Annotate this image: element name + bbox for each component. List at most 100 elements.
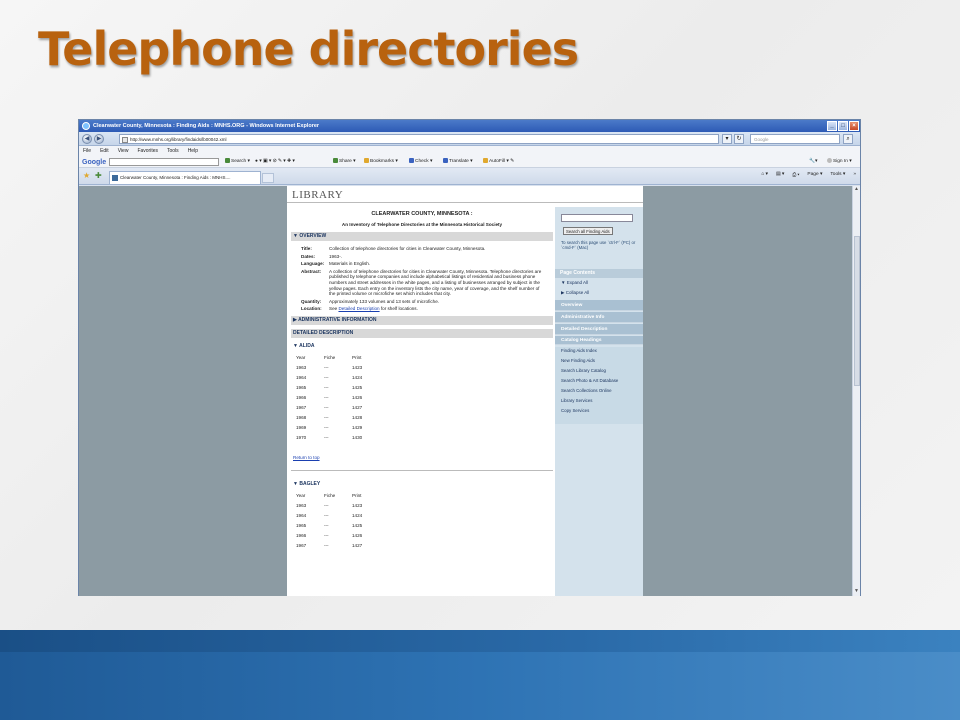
new-finding-aids-link[interactable]: New Finding Aids <box>561 358 595 364</box>
vertical-scrollbar[interactable]: ▲ ▼ <box>852 186 860 596</box>
search-icon[interactable]: ⌕ <box>843 134 853 144</box>
table-row: 1966 --- 1426 <box>296 393 362 403</box>
google-search-button[interactable]: Search ▾ <box>225 156 250 168</box>
table-cell: --- <box>324 395 329 401</box>
search-hint: To search this page use `ctrl-F` (PC) or… <box>561 240 636 251</box>
scroll-down-icon[interactable]: ▼ <box>853 588 860 596</box>
sidebar-item-catalog-headings[interactable]: Catalog Headings <box>555 336 643 345</box>
return-to-top-link[interactable]: Return to top <box>291 455 553 460</box>
copy-services-link[interactable]: Copy Services <box>561 408 589 414</box>
refresh-icon[interactable]: ↻ <box>734 134 744 144</box>
browser-window: Clearwater County, Minnesota : Finding A… <box>78 119 861 596</box>
wrench-icon[interactable]: 🔧▾ <box>809 156 817 168</box>
dates-value: 1963-. <box>329 253 343 259</box>
table-row: 1968 --- 1428 <box>296 413 362 423</box>
chevron-icon[interactable]: » <box>853 172 856 178</box>
tools-menu[interactable]: Tools ▾ <box>830 172 845 178</box>
directory-table-alida: Year Fiche Print 1963 --- 1423 1964 --- 1424 1965… <box>296 353 362 443</box>
detailed-description-link[interactable]: Detailed Description <box>338 306 379 311</box>
overview-section-header[interactable]: ▼ OVERVIEW <box>291 232 553 241</box>
detailed-section-header[interactable]: DETAILED DESCRIPTION <box>291 328 553 338</box>
sign-in-button[interactable]: Sign In ▾ <box>827 156 852 168</box>
divider <box>291 469 553 471</box>
home-icon[interactable]: ⌂ ▾ <box>761 172 768 178</box>
menu-view[interactable]: View <box>118 146 129 156</box>
search-all-finding-aids-button[interactable]: Search all Finding Aids <box>563 227 613 235</box>
table-cell: --- <box>324 405 329 411</box>
dropdown-icon[interactable]: ▾ <box>722 134 732 144</box>
url-input[interactable]: http://www.mnhs.org/library/findaids/lb0… <box>119 134 719 144</box>
search-collections-online-link[interactable]: Search Collections Online <box>561 388 612 394</box>
scroll-up-icon[interactable]: ▲ <box>853 186 860 194</box>
menu-tools[interactable]: Tools <box>167 146 179 156</box>
share-button[interactable]: Share ▾ <box>333 156 356 168</box>
feeds-icon[interactable]: ▤ ▾ <box>776 172 784 178</box>
column-header: Print <box>352 493 362 499</box>
maximize-button[interactable]: □ <box>838 121 848 131</box>
bookmarks-button[interactable]: Bookmarks ▾ <box>364 156 398 168</box>
new-tab-button[interactable] <box>262 173 274 183</box>
sidebar-item-administrative-info[interactable]: Administrative Info <box>555 312 643 323</box>
table-cell: 1969 <box>296 425 307 431</box>
table-row: 1963 --- 1423 <box>296 363 362 373</box>
address-bar: ◀ ▶ http://www.mnhs.org/library/findaids… <box>79 132 860 146</box>
place-heading-bagley[interactable]: ▼ BAGLEY <box>291 481 553 487</box>
directory-table-bagley: Year Fiche Print 1963 --- 1423 1964 --- 1424 1965… <box>296 491 362 551</box>
table-cell: 1429 <box>352 425 363 431</box>
search-library-catalog-link[interactable]: Search Library Catalog <box>561 368 606 374</box>
scrollbar-thumb[interactable] <box>854 236 860 386</box>
table-row: 1965 --- 1425 <box>296 383 362 393</box>
table-cell: 1425 <box>352 523 363 529</box>
table-row: 1966 --- 1426 <box>296 531 362 541</box>
search-input[interactable]: Google <box>750 134 840 144</box>
add-favorites-icon[interactable]: ✚ <box>95 172 102 180</box>
table-cell: 1963 <box>296 365 307 371</box>
table-cell: --- <box>324 415 329 421</box>
check-button[interactable]: Check ▾ <box>409 156 432 168</box>
google-search-input[interactable] <box>109 158 219 166</box>
table-cell: --- <box>324 435 329 441</box>
table-row: 1970 --- 1430 <box>296 433 362 443</box>
table-cell: 1425 <box>352 385 363 391</box>
menu-file[interactable]: File <box>83 146 91 156</box>
forward-button[interactable]: ▶ <box>94 134 104 144</box>
overview-block: Title: Collection of telephone directorie… <box>291 246 553 312</box>
place-heading-alida[interactable]: ▼ ALIDA <box>291 343 553 349</box>
table-cell: --- <box>324 533 329 539</box>
menu-favorites[interactable]: Favorites <box>137 146 158 156</box>
table-cell: 1427 <box>352 405 363 411</box>
table-cell: 1964 <box>296 513 307 519</box>
toolbar-icons[interactable]: ● ▾ ▣ ▾ ⊘ ✎ ▾ ✚ ▾ <box>255 156 295 168</box>
title-key: Title: <box>301 246 312 251</box>
print-icon[interactable]: ⎙ ▾ <box>792 172 799 178</box>
sidebar-item-detailed-description[interactable]: Detailed Description <box>555 324 643 335</box>
autofill-button[interactable]: AutoFill ▾ ✎ <box>483 156 514 168</box>
expand-all-link[interactable]: ▼ Expand All <box>561 280 588 286</box>
tab-clearwater-county[interactable]: Clearwater County, Minnesota : Finding A… <box>109 171 261 184</box>
table-header-row: Year Fiche Print <box>296 353 362 363</box>
table-row: 1969 --- 1429 <box>296 423 362 433</box>
minimize-button[interactable]: _ <box>827 121 837 131</box>
close-button[interactable]: × <box>849 121 859 131</box>
finding-aids-index-link[interactable]: Finding Aids Index <box>561 348 597 354</box>
window-titlebar: Clearwater County, Minnesota : Finding A… <box>79 120 860 132</box>
library-services-link[interactable]: Library Services <box>561 398 592 404</box>
translate-button[interactable]: Translate ▾ <box>443 156 473 168</box>
collapse-all-link[interactable]: ▶ Collapse All <box>561 290 589 296</box>
menu-help[interactable]: Help <box>188 146 198 156</box>
favorites-star-icon[interactable]: ★ <box>83 172 90 180</box>
admin-section-header[interactable]: ▶ ADMINISTRATIVE INFORMATION <box>291 315 553 325</box>
sidebar-search-input[interactable] <box>561 214 633 222</box>
menu-edit[interactable]: Edit <box>100 146 109 156</box>
library-title: LIBRARY <box>292 189 344 201</box>
table-cell: --- <box>324 375 329 381</box>
search-photo-art-link[interactable]: Search Photo & Art Database <box>561 378 618 384</box>
table-cell: --- <box>324 385 329 391</box>
table-row: 1967 --- 1427 <box>296 541 362 551</box>
page-menu[interactable]: Page ▾ <box>807 172 822 178</box>
table-cell: 1965 <box>296 523 307 529</box>
table-cell: --- <box>324 503 329 509</box>
back-button[interactable]: ◀ <box>82 134 92 144</box>
sidebar-item-overview[interactable]: Overview <box>555 300 643 311</box>
table-cell: 1423 <box>352 365 363 371</box>
